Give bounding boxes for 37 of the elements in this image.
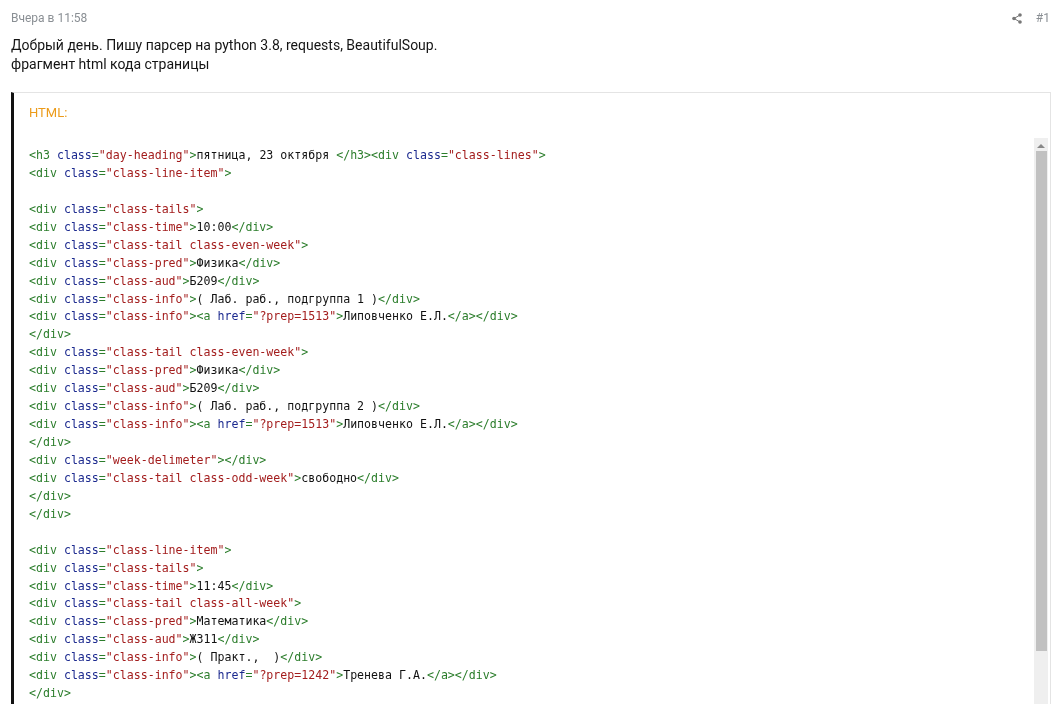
code-line: <div class="class-pred">Математика</div> — [29, 614, 309, 629]
code-line: <div class="class-aud">Ж311</div> — [29, 632, 260, 647]
scrollbar[interactable] — [1034, 138, 1048, 704]
code-line: </div> — [29, 488, 71, 503]
code-line: <div class="class-tail class-all-week"> — [29, 596, 302, 611]
code-line: <div class="class-info">( Лаб. раб., подгруппа 1 )</div> — [29, 291, 420, 306]
code-language-label: HTML: — [29, 105, 69, 121]
code-line: <h3 class="day-heading">пятница, 23 октября </h3><div class="class-lines"> — [29, 148, 546, 162]
post-text: фрагмент html кода страницы — [11, 55, 211, 74]
code-line: <div class="class-info">( Практ., )</div> — [29, 650, 323, 665]
code-line: <div class="class-tail class-even-week"> — [29, 237, 309, 252]
post-time: Вчера в 11:58 — [11, 11, 88, 25]
code-line: <div class="class-tail class-even-week"> — [29, 345, 309, 360]
code-line: <div class="class-info"><a href="?prep=1513">Липовченко Е.Л.</a></div> — [29, 309, 518, 324]
code-line: <div class="class-aud">Б209</div> — [29, 273, 260, 288]
code-line: <div class="class-tails"> — [29, 201, 204, 216]
scrollbar-thumb[interactable] — [1035, 151, 1047, 651]
code-line: <div class="class-info"><a href="?prep=1513">Липовченко Е.Л.</a></div> — [29, 417, 518, 432]
code-line: </div> — [29, 686, 71, 701]
code-line: </div> — [29, 435, 71, 449]
code-line: <div class="class-pred">Физика</div> — [29, 363, 281, 378]
code-line: <div class="class-time">11:45</div> — [29, 578, 274, 593]
code-line: </div> — [29, 327, 71, 342]
code-line: <div class="class-info">( Лаб. раб., подгруппа 2 )</div> — [29, 399, 420, 414]
code-line: <div class="class-time">10:00</div> — [29, 219, 274, 234]
share-icon[interactable] — [1011, 12, 1022, 24]
code-line: </div> — [29, 506, 71, 521]
code-line: <div class="class-tails"> — [29, 560, 204, 575]
code-line: <div class="class-line-item"> — [29, 542, 232, 557]
code-line: <div class="class-line-item"> — [29, 165, 232, 180]
code-line: <div class="week-delimeter"></div> — [29, 452, 267, 467]
code-line: <div class="class-tail class-odd-week">свободно</div> — [29, 470, 399, 485]
code-line: <div class="class-pred">Физика</div> — [29, 255, 281, 270]
post-number-link[interactable]: #1 — [1035, 11, 1050, 25]
code-line: <div class="class-info"><a href="?prep=1242">Тренева Г.А.</a></div> — [29, 668, 497, 683]
code-line: <div class="class-aud">Б209</div> — [29, 381, 260, 396]
post-text: Добрый день. Пишу парсер на python 3.8, requests, BeautifulSoup. — [11, 36, 439, 55]
